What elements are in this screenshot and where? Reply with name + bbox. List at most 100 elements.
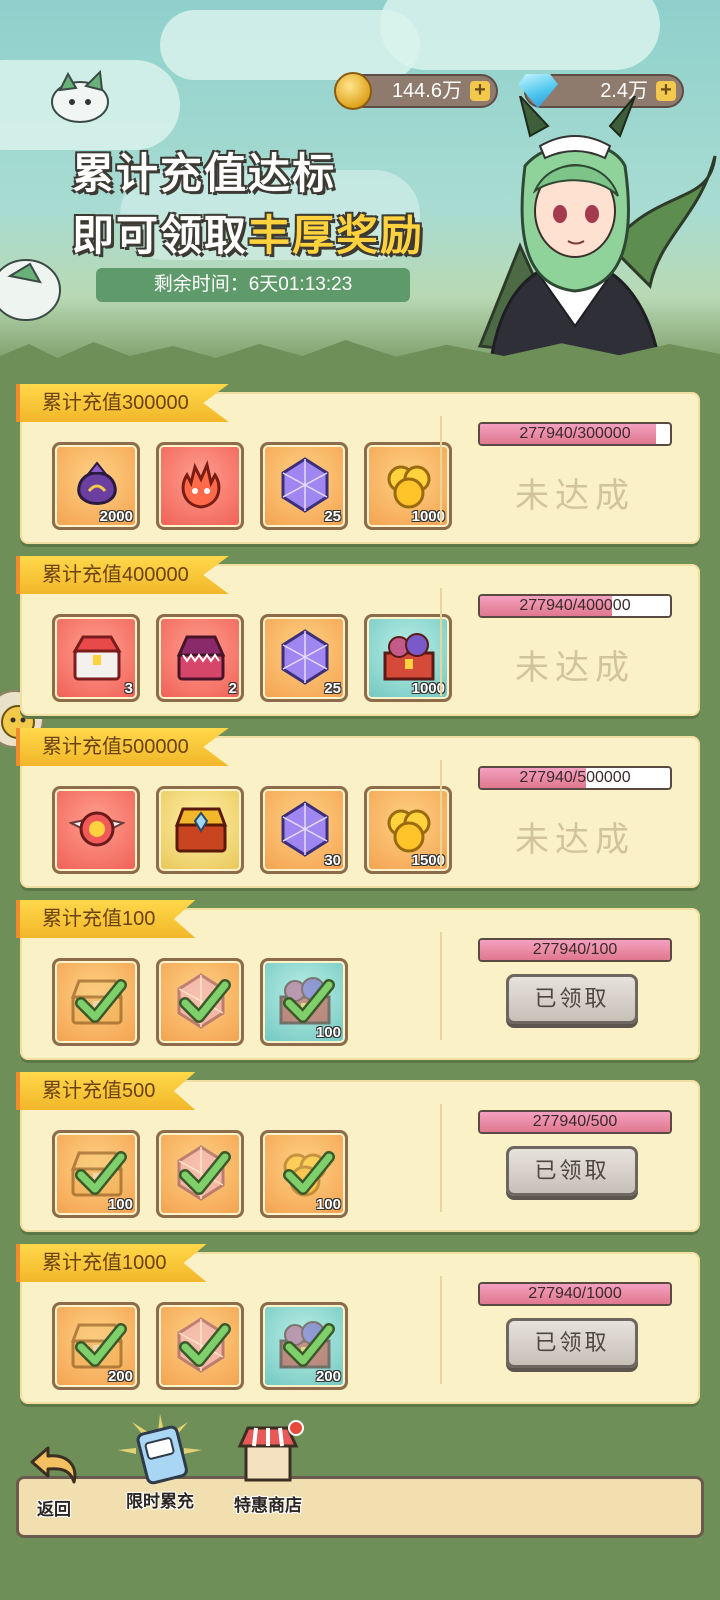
gold-ore-icon <box>387 465 431 509</box>
tier-title-ribbon: 累计充值1000 <box>16 1244 207 1282</box>
reward-item-slot[interactable] <box>156 1302 244 1390</box>
not-reached-status: 未达成 <box>515 477 635 515</box>
purple-crystal-icon <box>281 801 329 857</box>
headline-normal: 即可领取 <box>72 212 249 259</box>
reward-items: 3 2 25 1000 <box>52 614 452 702</box>
coin-bag-icon <box>77 461 117 505</box>
reward-item-slot[interactable]: 100 <box>260 1130 348 1218</box>
nav-limited-recharge[interactable]: 限时累充 <box>118 1414 202 1512</box>
tier-title-ribbon: 累计充值100 <box>16 900 196 938</box>
reward-item-slot[interactable]: 3 <box>52 614 140 702</box>
reward-tier-card: 累计充值1000 200 200 277940/1000 已领取 <box>16 1244 700 1404</box>
card-divider <box>440 588 442 696</box>
dragon-maid-character-illustration <box>477 96 717 366</box>
progress-text: 277940/1000 <box>528 1285 622 1302</box>
purple-crystal-icon <box>281 457 329 513</box>
progress-text: 277940/500 <box>532 1113 618 1130</box>
purple-crystal-icon <box>281 629 329 685</box>
reward-quantity: 30 <box>324 852 341 869</box>
recharge-progress-bar: 277940/1000 <box>478 1282 672 1306</box>
reward-items: 30 1500 <box>52 786 452 874</box>
reward-item-slot[interactable]: 1500 <box>364 786 452 874</box>
recharge-progress-bar: 277940/500 <box>478 1110 672 1134</box>
card-divider <box>440 932 442 1040</box>
reward-quantity: 2 <box>228 680 237 697</box>
reward-item-slot[interactable] <box>52 786 140 874</box>
reward-quantity: 100 <box>315 1196 341 1213</box>
reward-items: 100 100 <box>52 1130 348 1218</box>
reward-quantity: 25 <box>324 508 341 525</box>
banner-headline-2: 即可领取丰厚奖励 <box>72 202 424 263</box>
golden-chest-icon <box>174 807 228 853</box>
back-button[interactable]: 返回 <box>24 1440 84 1520</box>
reward-item-slot[interactable]: 200 <box>260 1302 348 1390</box>
card-divider <box>440 416 442 524</box>
reward-tier-card: 累计充值500 100 100 277940/500 已领取 <box>16 1072 700 1232</box>
reward-tier-list[interactable]: 累计充值300000 2000 25 1000 277940/300000 未达成 累计充值… <box>0 380 720 1410</box>
reward-quantity: 3 <box>124 680 133 697</box>
claimed-check-icon <box>283 979 335 1023</box>
tier-title-ribbon: 累计充值500000 <box>16 728 229 766</box>
reward-tier-card: 累计充值100 100 277940/100 已领取 <box>16 900 700 1060</box>
recharge-progress-bar: 277940/100 <box>478 938 672 962</box>
ssr-chest-icon <box>72 635 122 681</box>
claimed-check-icon <box>179 979 231 1023</box>
claimed-check-icon <box>75 1323 127 1367</box>
nav-special-shop[interactable]: 特惠商店 <box>226 1420 310 1516</box>
tier-title-ribbon: 累计充值400000 <box>16 556 229 594</box>
reward-item-slot[interactable] <box>156 1130 244 1218</box>
reward-item-slot[interactable] <box>156 442 244 530</box>
claimed-check-icon <box>75 1151 127 1195</box>
reward-quantity: 25 <box>324 680 341 697</box>
recharge-progress-bar: 277940/300000 <box>478 422 672 446</box>
reward-quantity: 100 <box>107 1196 133 1213</box>
notification-dot <box>288 1420 304 1436</box>
back-label: 返回 <box>37 1500 71 1519</box>
reward-item-slot[interactable]: 2000 <box>52 442 140 530</box>
treasure-box-icon <box>383 633 435 681</box>
claimed-check-icon <box>283 1151 335 1195</box>
winged-emblem-icon <box>69 811 125 847</box>
recharge-card-icon <box>118 1414 202 1485</box>
reward-item-slot[interactable] <box>156 958 244 1046</box>
reward-item-slot[interactable]: 200 <box>52 1302 140 1390</box>
banner-headline-1: 累计充值达标 <box>72 150 337 197</box>
claimed-check-icon <box>75 979 127 1023</box>
recharge-progress-bar: 277940/500000 <box>478 766 672 790</box>
cloud <box>380 0 660 70</box>
shop-stall-icon <box>237 1420 304 1482</box>
progress-text: 277940/400000 <box>519 597 631 614</box>
reward-item-slot[interactable] <box>52 958 140 1046</box>
reward-items: 200 200 <box>52 1302 348 1390</box>
gold-coin-icon <box>334 72 372 110</box>
reward-tier-card: 累计充值500000 30 1500 277940/500000 未达成 <box>16 728 700 888</box>
claimed-check-icon <box>283 1323 335 1367</box>
claimed-button[interactable]: 已领取 <box>506 1318 638 1368</box>
card-divider <box>440 1104 442 1212</box>
limited-recharge-label: 限时累充 <box>126 1492 194 1511</box>
claimed-button[interactable]: 已领取 <box>506 1146 638 1196</box>
claimed-button[interactable]: 已领取 <box>506 974 638 1024</box>
tier-title-ribbon: 累计充值500 <box>16 1072 196 1110</box>
reward-quantity: 200 <box>107 1368 133 1385</box>
progress-text: 277940/500000 <box>519 769 631 786</box>
reward-item-slot[interactable] <box>156 786 244 874</box>
remaining-time: 剩余时间：6天01:13:23 <box>96 268 410 302</box>
mimic-chest-icon <box>176 635 226 681</box>
reward-item-slot[interactable]: 30 <box>260 786 348 874</box>
headline-highlight: 丰厚奖励 <box>248 212 425 259</box>
progress-text: 277940/300000 <box>519 425 631 442</box>
card-divider <box>440 1276 442 1384</box>
claimed-check-icon <box>179 1151 231 1195</box>
reward-item-slot[interactable]: 2 <box>156 614 244 702</box>
reward-item-slot[interactable]: 25 <box>260 442 348 530</box>
reward-item-slot[interactable]: 100 <box>260 958 348 1046</box>
gold-ore-icon <box>387 809 431 853</box>
reward-tier-card: 累计充值400000 3 2 25 1000 277940/400000 未达成 <box>16 556 700 716</box>
reward-item-slot[interactable]: 25 <box>260 614 348 702</box>
reward-item-slot[interactable]: 100 <box>52 1130 140 1218</box>
back-arrow-icon <box>30 1446 77 1484</box>
reward-quantity: 2000 <box>99 508 133 525</box>
reward-item-slot[interactable]: 1000 <box>364 614 452 702</box>
reward-item-slot[interactable]: 1000 <box>364 442 452 530</box>
